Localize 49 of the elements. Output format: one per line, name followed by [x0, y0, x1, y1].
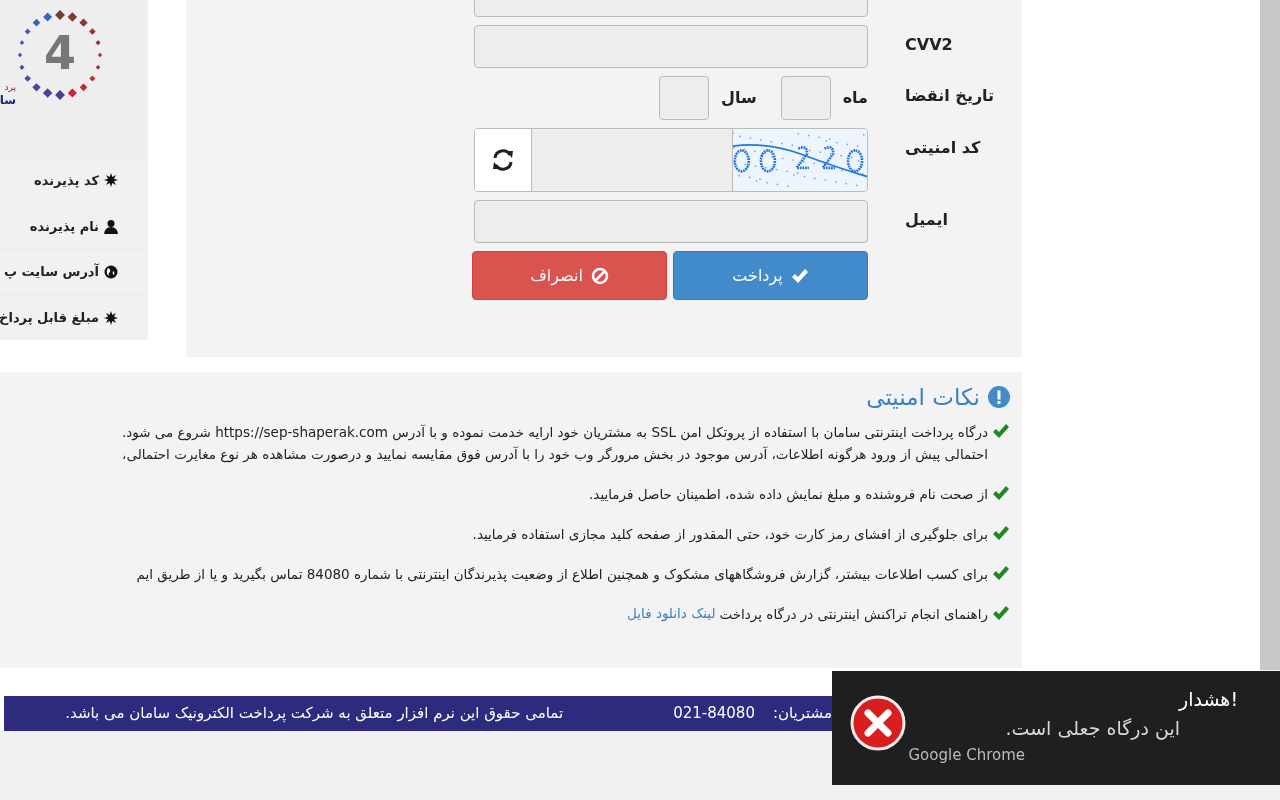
check-icon — [992, 422, 1010, 439]
month-label: ماه — [842, 87, 868, 109]
note-text: احتمالی پیش از ورود هرگونه اطلاعات، آدرس موجود در بخش مرورگر وب خود را با آدرس فوق مقایسه نمایید و درصورت مشاهده هر نوع مغایرت احتمالی، — [122, 444, 988, 465]
logo-mark: 4 — [44, 30, 76, 76]
info-icon — [988, 386, 1010, 409]
logo-text: سا — [0, 93, 16, 109]
field-label: کد امنیتی — [905, 138, 981, 157]
text-field[interactable] — [474, 200, 868, 243]
refresh-icon — [490, 147, 515, 173]
check-icon — [992, 524, 1010, 541]
burst-icon — [104, 311, 118, 326]
note-text: برای کسب اطلاعات بیشتر، گزارش فروشگاههای مشکوک و همچنین اطلاع از وضعیت پذیرندگان اینترنتی با شماره 84080 تماس بگیرید و یا از طریق ایم — [136, 564, 988, 585]
sidebar-label: کد پذیرنده — [33, 171, 99, 190]
check-icon — [790, 267, 809, 284]
notification-message: این درگاه جعلی است. — [1005, 715, 1180, 742]
sidebar-label: نام پذیرنده — [29, 217, 99, 237]
ban-icon — [590, 266, 609, 285]
month-field[interactable] — [780, 76, 831, 120]
sidebar-label: آدرس سایت پ — [4, 262, 99, 282]
burst-icon — [104, 173, 118, 188]
refresh-button[interactable] — [475, 129, 531, 191]
year-field[interactable] — [659, 76, 709, 120]
text-field[interactable] — [474, 25, 868, 68]
support-label: مشتریان: — [772, 703, 832, 725]
notification-source: Google Chrome — [908, 745, 1025, 766]
check-icon — [992, 564, 1010, 581]
globe-icon — [104, 265, 118, 280]
note-text: راهنمای انجام تراکنش اینترنتی در درگاه پرداخت — [719, 604, 988, 625]
field-label: تاریخ انقضا — [905, 86, 995, 105]
user-icon — [104, 218, 118, 234]
sidebar-label: مبلغ قابل پرداخ — [0, 309, 99, 328]
note-text: از صحت نام فروشنده و مبلغ نمایش داده شده، اطمینان حاصل فرمایید. — [589, 484, 988, 505]
logo-text: پرد — [4, 82, 16, 94]
field-label: CVV2 — [905, 35, 953, 54]
captcha-field[interactable] — [530, 129, 733, 191]
check-icon — [992, 484, 1010, 501]
field-label: ایمیل — [905, 210, 949, 229]
copyright-text: تمامی حقوق این نرم افزار متعلق به شرکت پرداخت الکترونیک سامان می باشد. — [65, 703, 564, 725]
error-icon — [850, 695, 906, 751]
pay-button[interactable]: پرداخت — [673, 251, 868, 300]
note-text: درگاه پرداخت اینترنتی سامان با استفاده از پروتکل امن SSL به مشتریان خود ارایه خدمت نموده و با آدرس https://sep-shaperak.com شروع می شود. — [121, 422, 988, 443]
check-icon — [992, 604, 1010, 621]
section-title: نکات امنیتی — [866, 383, 980, 412]
year-label: سال — [721, 87, 757, 109]
notification-title: هشدار! — [1178, 687, 1238, 713]
download-link[interactable]: لینک دانلود فایل — [627, 603, 716, 624]
cancel-button[interactable]: انصراف — [472, 251, 667, 300]
support-phone: 021-84080 — [673, 703, 755, 725]
note-text: برای جلوگیری از افشای رمز کارت خود، حتی المقدور از صفحه کلید مجازی استفاده فرمایید. — [472, 524, 988, 545]
